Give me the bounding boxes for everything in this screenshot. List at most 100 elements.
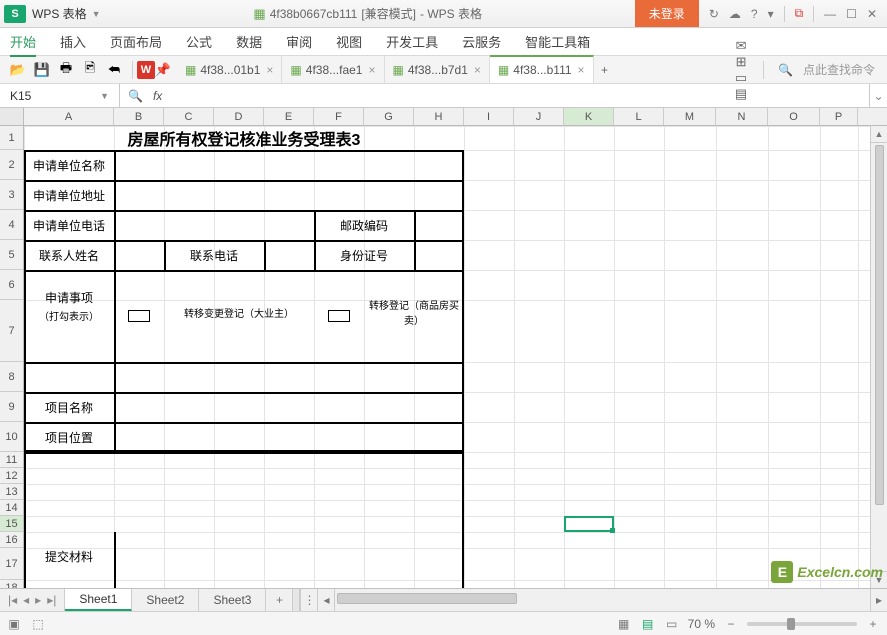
column-header[interactable]: I bbox=[464, 108, 514, 125]
menu-item[interactable]: 视图 bbox=[336, 32, 362, 51]
document-tab[interactable]: ▦4f38...fae1× bbox=[282, 56, 384, 83]
active-cell[interactable] bbox=[564, 516, 614, 532]
column-header[interactable]: L bbox=[614, 108, 664, 125]
column-header[interactable]: H bbox=[414, 108, 464, 125]
app-dropdown-icon[interactable]: ▼ bbox=[92, 9, 101, 19]
prev-sheet-icon[interactable]: ◂ bbox=[23, 593, 29, 607]
row-header[interactable]: 5 bbox=[0, 240, 23, 270]
add-sheet-button[interactable]: + bbox=[266, 589, 292, 611]
hscroll-track[interactable] bbox=[335, 589, 870, 611]
column-header[interactable]: J bbox=[514, 108, 564, 125]
help-icon[interactable]: ? bbox=[751, 7, 758, 21]
toolbar-icon[interactable]: ✉ bbox=[733, 38, 749, 54]
row-header[interactable]: 4 bbox=[0, 210, 23, 240]
menu-item[interactable]: 审阅 bbox=[286, 32, 312, 51]
toolbar-icon[interactable]: ⊞ bbox=[733, 54, 749, 70]
column-header[interactable]: M bbox=[664, 108, 716, 125]
row-header[interactable]: 7 bbox=[0, 300, 23, 362]
login-badge[interactable]: 未登录 bbox=[635, 0, 699, 27]
column-header[interactable]: G bbox=[364, 108, 414, 125]
chevron-down-icon[interactable]: ▼ bbox=[100, 91, 109, 101]
first-sheet-icon[interactable]: |◂ bbox=[8, 593, 17, 607]
name-box[interactable]: K15 ▼ bbox=[0, 84, 120, 107]
document-tab[interactable]: ▦4f38...01b1× bbox=[177, 56, 282, 83]
zoom-in-icon[interactable]: + bbox=[865, 617, 881, 631]
zoom-out-icon[interactable]: − bbox=[723, 617, 739, 631]
vertical-scrollbar[interactable]: ▲ ▼ bbox=[870, 126, 887, 588]
row-header[interactable]: 3 bbox=[0, 180, 23, 210]
minimize-button[interactable]: — bbox=[824, 7, 836, 21]
close-button[interactable]: ✕ bbox=[867, 7, 877, 21]
scroll-down-icon[interactable]: ▼ bbox=[871, 571, 887, 588]
last-sheet-icon[interactable]: ▸| bbox=[47, 593, 56, 607]
document-tab[interactable]: ▦4f38...b111× bbox=[490, 55, 594, 83]
column-header[interactable]: B bbox=[114, 108, 164, 125]
column-header[interactable]: E bbox=[264, 108, 314, 125]
row-header[interactable]: 11 bbox=[0, 452, 23, 468]
sheet-tab[interactable]: Sheet3 bbox=[199, 589, 266, 611]
select-all-corner[interactable] bbox=[0, 108, 24, 125]
menu-item[interactable]: 开始 bbox=[10, 32, 36, 57]
sheet-tab[interactable]: Sheet1 bbox=[65, 589, 132, 611]
wps-home-icon[interactable]: W bbox=[137, 61, 155, 79]
row-header[interactable]: 14 bbox=[0, 500, 23, 516]
record-mode-icon[interactable]: ▣ bbox=[6, 617, 22, 631]
toolbar-icon[interactable]: 🖶 bbox=[58, 62, 74, 78]
column-header[interactable]: O bbox=[768, 108, 820, 125]
row-header[interactable]: 15 bbox=[0, 516, 23, 532]
row-header[interactable]: 18 bbox=[0, 580, 23, 588]
hscroll-thumb[interactable] bbox=[337, 593, 517, 604]
toolbar-icon[interactable]: 💾 bbox=[34, 62, 50, 78]
search-fx-icon[interactable]: 🔍 bbox=[128, 89, 143, 103]
maximize-button[interactable]: ☐ bbox=[846, 7, 857, 21]
help-drop-icon[interactable]: ▾ bbox=[768, 7, 774, 21]
horizontal-scrollbar[interactable]: ⋮ ◂ ▸ bbox=[300, 589, 887, 611]
vscroll-thumb[interactable] bbox=[875, 145, 884, 505]
checkbox[interactable] bbox=[328, 310, 350, 322]
row-header[interactable]: 1 bbox=[0, 126, 23, 150]
close-tab-icon[interactable]: × bbox=[578, 63, 585, 77]
row-header[interactable]: 2 bbox=[0, 150, 23, 180]
column-header[interactable]: A bbox=[24, 108, 114, 125]
document-tab[interactable]: ▦4f38...b7d1× bbox=[385, 56, 490, 83]
zoom-thumb[interactable] bbox=[787, 618, 795, 630]
close-tab-icon[interactable]: × bbox=[368, 63, 375, 77]
menu-item[interactable]: 开发工具 bbox=[386, 32, 438, 51]
row-header[interactable]: 6 bbox=[0, 270, 23, 300]
zoom-slider[interactable] bbox=[747, 622, 857, 626]
menu-item[interactable]: 数据 bbox=[236, 32, 262, 51]
next-sheet-icon[interactable]: ▸ bbox=[35, 593, 41, 607]
menu-item[interactable]: 云服务 bbox=[462, 32, 501, 51]
fx-icon[interactable]: fx bbox=[153, 89, 162, 103]
scroll-left-icon[interactable]: ◂ bbox=[318, 589, 335, 611]
input-mode-icon[interactable]: ⬚ bbox=[30, 617, 46, 631]
pin-icon[interactable]: 📌 bbox=[155, 62, 171, 78]
column-header[interactable]: D bbox=[214, 108, 264, 125]
row-header[interactable]: 8 bbox=[0, 362, 23, 392]
row-header[interactable]: 17 bbox=[0, 548, 23, 580]
column-header[interactable]: F bbox=[314, 108, 364, 125]
column-header[interactable]: C bbox=[164, 108, 214, 125]
row-header[interactable]: 9 bbox=[0, 392, 23, 422]
menu-item[interactable]: 智能工具箱 bbox=[525, 32, 590, 51]
column-header[interactable]: P bbox=[820, 108, 858, 125]
expand-icon[interactable]: ⧉ bbox=[795, 6, 804, 21]
sheet-tab[interactable]: Sheet2 bbox=[132, 589, 199, 611]
sync-icon[interactable]: ↻ bbox=[709, 7, 719, 21]
close-tab-icon[interactable]: × bbox=[266, 63, 273, 77]
tab-resize-handle[interactable] bbox=[292, 589, 300, 611]
scroll-up-icon[interactable]: ▲ bbox=[871, 126, 887, 143]
cloud-icon[interactable]: ☁ bbox=[729, 7, 741, 21]
new-tab-button[interactable]: + bbox=[594, 63, 616, 77]
search-icon[interactable]: 🔍 bbox=[778, 63, 793, 77]
toolbar-icon[interactable]: ⮪ bbox=[106, 62, 122, 78]
row-header[interactable]: 10 bbox=[0, 422, 23, 452]
checkbox[interactable] bbox=[128, 310, 150, 322]
zoom-label[interactable]: 70 % bbox=[688, 617, 715, 631]
formula-input[interactable] bbox=[170, 84, 869, 107]
toolbar-icon[interactable]: 🖻 bbox=[82, 62, 98, 78]
column-header[interactable]: N bbox=[716, 108, 768, 125]
column-header[interactable]: K bbox=[564, 108, 614, 125]
menu-item[interactable]: 页面布局 bbox=[110, 32, 162, 51]
row-header[interactable]: 12 bbox=[0, 468, 23, 484]
